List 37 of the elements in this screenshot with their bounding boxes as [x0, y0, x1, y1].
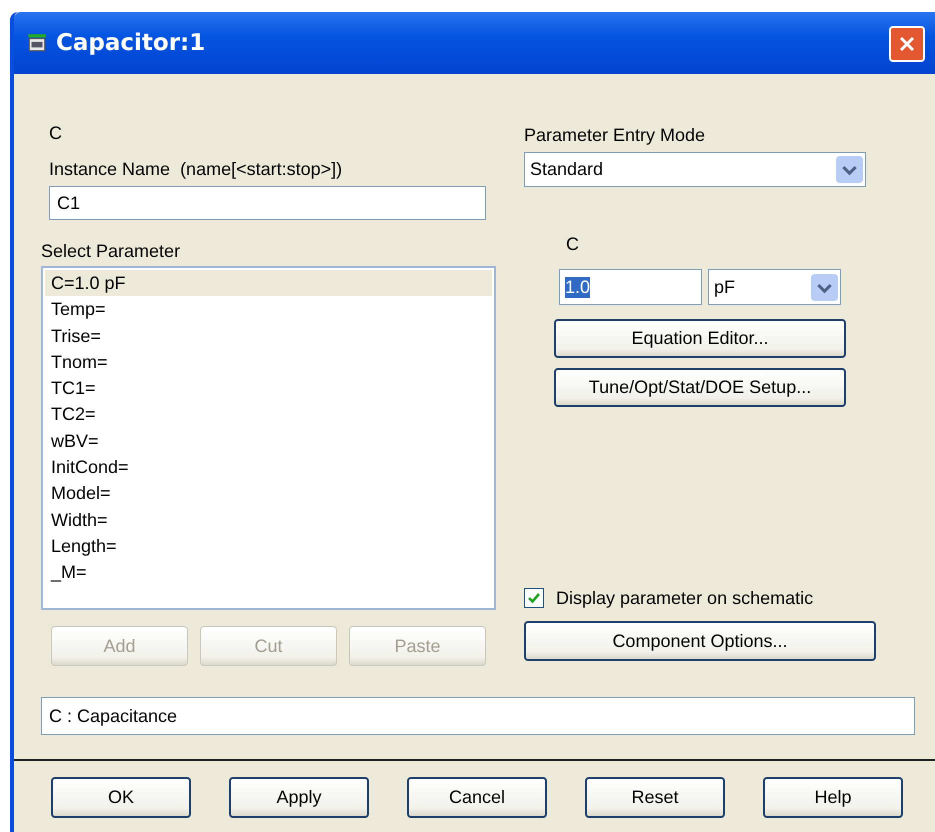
component-label: C [49, 122, 62, 144]
parameter-value: 1.0 [565, 276, 590, 298]
entry-mode-label: Parameter Entry Mode [524, 124, 706, 146]
dialog-button[interactable]: Cancel [407, 777, 547, 818]
parameter-list-item[interactable]: Width= [45, 506, 492, 533]
dialog-button[interactable]: OK [51, 777, 191, 818]
parameter-value-field[interactable]: 1.0 [559, 269, 702, 305]
dialog-button[interactable]: Apply [229, 777, 369, 818]
parameter-list-item[interactable]: wBV= [45, 428, 492, 454]
parameter-list-item[interactable]: Length= [45, 532, 492, 560]
dialog-button[interactable]: Reset [585, 777, 725, 818]
component-options-button[interactable]: Component Options... [524, 621, 876, 661]
parameter-list-item[interactable]: Temp= [45, 296, 492, 323]
dialog-button[interactable]: Help [763, 777, 903, 818]
close-icon [897, 34, 917, 54]
parameter-label: C [566, 233, 579, 255]
checkbox-label: Display parameter on schematic [556, 587, 814, 609]
parameter-list-item[interactable]: _M= [45, 559, 492, 586]
parameter-list-item[interactable]: Tnom= [45, 348, 492, 376]
parameter-list-item[interactable]: Trise= [45, 322, 492, 349]
parameter-list-item[interactable]: TC2= [45, 401, 492, 428]
instance-name-label: Instance Name (name[<start:stop>]) [49, 158, 342, 180]
app-icon [26, 32, 48, 54]
parameter-list-item[interactable]: InitCond= [45, 454, 492, 480]
parameter-button[interactable]: Equation Editor... [554, 319, 846, 358]
unit-dropdown[interactable]: pF [708, 269, 841, 305]
instance-name-field[interactable]: C1 [49, 186, 486, 220]
close-button[interactable] [889, 26, 925, 62]
select-parameter-label: Select Parameter [41, 240, 180, 262]
parameter-list-item[interactable]: C=1.0 pF [45, 270, 492, 296]
entry-mode-dropdown[interactable]: Standard [524, 152, 866, 187]
parameter-list-item[interactable]: TC1= [45, 375, 492, 402]
parameter-button[interactable]: Tune/Opt/Stat/DOE Setup... [554, 368, 846, 407]
window-title: Capacitor:1 [56, 30, 206, 56]
description-field: C : Capacitance [41, 697, 915, 735]
checkbox[interactable] [524, 588, 544, 608]
parameter-list-item[interactable]: Model= [45, 480, 492, 507]
